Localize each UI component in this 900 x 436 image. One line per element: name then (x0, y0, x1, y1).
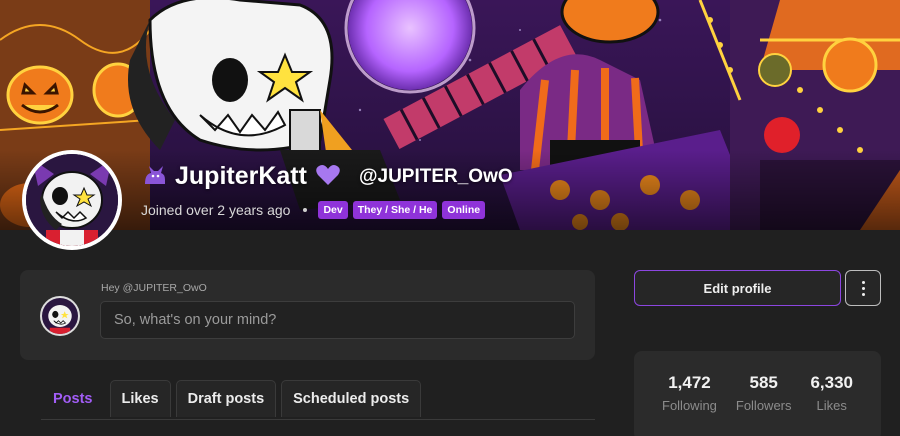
badge-dev: Dev (318, 201, 348, 219)
tab-posts[interactable]: Posts (41, 380, 105, 417)
profile-name-row: JupiterKatt @JUPITER_OwO (143, 162, 513, 191)
stat-following[interactable]: 1,472 Following (662, 373, 717, 436)
edit-profile-button[interactable]: Edit profile (634, 270, 841, 306)
profile-stats: 1,472 Following 585 Followers 6,330 Like… (634, 351, 881, 436)
composer-greeting: Hey @JUPITER_OwO (101, 282, 207, 294)
badge-online: Online (442, 201, 486, 219)
purple-heart-icon (315, 164, 341, 190)
more-vertical-icon (861, 286, 865, 290)
stat-followers-label: Followers (735, 398, 792, 413)
stat-followers-count: 585 (749, 373, 778, 392)
composer-input[interactable] (100, 301, 575, 339)
more-options-button[interactable] (845, 270, 881, 306)
separator-dot (303, 208, 308, 212)
stat-followers[interactable]: 585 Followers (736, 373, 792, 436)
stat-likes[interactable]: 6,330 Likes (810, 373, 853, 436)
badge-pronouns: They / She / He (352, 201, 438, 219)
more-vertical-icon (861, 292, 865, 296)
profile-meta-row: Joined over 2 years ago Dev They / She /… (141, 201, 486, 219)
composer-avatar (40, 296, 80, 336)
avatar-image (26, 154, 118, 246)
cat-icon (143, 164, 167, 190)
tab-draft-posts[interactable]: Draft posts (175, 380, 277, 417)
profile-avatar[interactable] (22, 150, 122, 250)
stat-following-label: Following (662, 398, 717, 413)
tab-likes[interactable]: Likes (109, 380, 171, 417)
profile-banner (0, 0, 900, 230)
stat-likes-count: 6,330 (810, 373, 853, 392)
stat-following-count: 1,472 (668, 373, 711, 392)
profile-tabs: Posts Likes Draft posts Scheduled posts (41, 380, 595, 420)
post-composer: Hey @JUPITER_OwO (20, 270, 595, 360)
joined-date: Joined over 2 years ago (141, 202, 291, 218)
tab-scheduled-posts[interactable]: Scheduled posts (281, 380, 422, 417)
profile-page: JupiterKatt @JUPITER_OwO Joined over 2 y… (0, 0, 900, 436)
stat-likes-label: Likes (816, 398, 847, 413)
display-name: JupiterKatt (175, 162, 307, 190)
more-vertical-icon (861, 280, 865, 284)
profile-handle: @JUPITER_OwO (358, 165, 513, 187)
